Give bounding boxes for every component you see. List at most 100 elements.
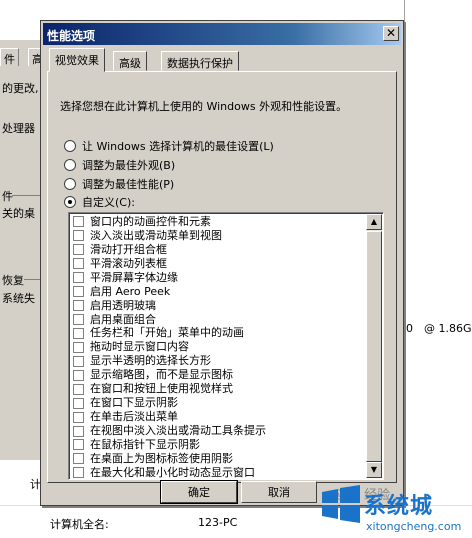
effect-list-item[interactable]: 滑动打开组合框: [71, 243, 365, 257]
effect-list-item[interactable]: 在最大化和最小化时动态显示窗口: [71, 465, 365, 479]
option-best-performance[interactable]: 调整为最佳性能(P): [64, 176, 174, 192]
radio-button[interactable]: [64, 140, 76, 152]
radio-button[interactable]: [64, 159, 76, 171]
effect-checkbox[interactable]: [73, 341, 84, 353]
effect-label: 在桌面上为图标标签使用阴影: [90, 451, 233, 465]
arrow-up-icon: ▲: [370, 217, 378, 226]
visual-effects-panel: 选择您想在此计算机上使用的 Windows 外观和性能设置。 让 Windows…: [47, 71, 397, 483]
effect-label: 在窗口和按钮上使用视觉样式: [90, 382, 233, 396]
effect-label: 启用 Aero Peek: [90, 284, 171, 298]
option-label: 自定义(C):: [82, 196, 135, 209]
radio-button[interactable]: [64, 178, 76, 190]
effect-label: 在鼠标指针下显示阴影: [90, 437, 200, 451]
option-custom[interactable]: 自定义(C):: [64, 194, 135, 210]
title-bar[interactable]: 性能选项 ✕: [43, 23, 401, 45]
tab-visual-effects[interactable]: 视觉效果: [49, 48, 105, 72]
effect-checkbox[interactable]: [73, 397, 84, 409]
effect-checkbox[interactable]: [73, 411, 84, 423]
effect-label: 显示缩略图，而不是显示图标: [90, 368, 233, 382]
effect-label: 淡入淡出或滑动菜单到视图: [90, 228, 222, 242]
effect-label: 在单击后淡出菜单: [90, 410, 178, 424]
effect-label: 窗口内的动画控件和元素: [90, 214, 211, 228]
xitongcheng-logo-icon: [322, 485, 360, 523]
effect-list-item[interactable]: 在单击后淡出菜单: [71, 410, 365, 424]
effect-checkbox[interactable]: [73, 327, 84, 339]
tab-data-execution-prevention[interactable]: 数据执行保护: [161, 51, 239, 71]
bg-processor-value: 0: [406, 322, 413, 335]
visual-effects-list[interactable]: 窗口内的动画控件和元素 淡入淡出或滑动菜单到视图 滑动打开组合框 平滑滚动列表框 平滑屏…: [68, 212, 384, 480]
ok-button[interactable]: 确定: [160, 480, 238, 504]
computer-full-name-value: 123-PC: [198, 516, 238, 529]
close-icon: ✕: [385, 26, 397, 40]
effect-list-item[interactable]: 拖动时显示窗口内容: [71, 340, 365, 354]
effect-checkbox[interactable]: [73, 300, 84, 312]
cancel-button[interactable]: 取消: [241, 481, 317, 503]
effect-checkbox[interactable]: [73, 272, 84, 284]
option-label: 调整为最佳性能(P): [82, 178, 175, 191]
effect-list-item[interactable]: 淡入淡出或滑动菜单到视图: [71, 229, 365, 243]
effect-label: 平滑滚动列表框: [90, 256, 167, 270]
watermark-brand: 系统城: [364, 494, 434, 519]
effect-checkbox[interactable]: [73, 467, 84, 479]
bg-text: 系统失: [2, 292, 35, 305]
effect-checkbox[interactable]: [73, 244, 84, 256]
bg-tab-hardware[interactable]: 件: [0, 48, 19, 66]
vertical-scrollbar[interactable]: ▲ ▼: [366, 214, 382, 478]
effect-label: 启用桌面组合: [90, 312, 156, 326]
effect-label: 在视图中淡入淡出或滑动工具条提示: [90, 424, 266, 438]
effect-list-item[interactable]: 平滑屏幕字体边缘: [71, 271, 365, 285]
effect-list-item[interactable]: 启用 Aero Peek: [71, 285, 365, 299]
performance-options-dialog: 性能选项 ✕ 视觉效果 高级 数据执行保护 选择您想在此计算机上使用的 Wind…: [40, 20, 404, 506]
effect-checkbox[interactable]: [73, 355, 84, 367]
bg-right-border: [404, 0, 405, 470]
bg-right-area: [404, 0, 472, 470]
tab-advanced[interactable]: 高级: [113, 51, 147, 71]
effect-list-item[interactable]: 平滑滚动列表框: [71, 257, 365, 271]
effect-checkbox[interactable]: [73, 453, 84, 465]
effect-checkbox[interactable]: [73, 230, 84, 242]
computer-full-name-label: 计算机全名:: [50, 518, 109, 531]
scroll-thumb[interactable]: [366, 231, 382, 462]
bg-text: 处理器: [2, 122, 35, 135]
effect-list-item[interactable]: 任务栏和「开始」菜单中的动画: [71, 327, 365, 341]
bg-text: 关的桌: [2, 207, 35, 220]
close-button[interactable]: ✕: [383, 26, 399, 41]
effect-list-item[interactable]: 显示缩略图，而不是显示图标: [71, 368, 365, 382]
effect-list-item[interactable]: 启用桌面组合: [71, 313, 365, 327]
effect-list-item[interactable]: 在窗口下显示阴影: [71, 396, 365, 410]
effect-checkbox[interactable]: [73, 383, 84, 395]
bg-text: 恢复: [2, 274, 24, 287]
effect-list-item[interactable]: 在桌面上为图标标签使用阴影: [71, 452, 365, 466]
effect-list-item[interactable]: 窗口内的动画控件和元素: [71, 215, 365, 229]
effect-checkbox[interactable]: [73, 369, 84, 381]
arrow-down-icon: ▼: [370, 465, 378, 474]
option-let-windows-choose[interactable]: 让 Windows 选择计算机的最佳设置(L): [64, 138, 274, 154]
effect-checkbox[interactable]: [73, 439, 84, 451]
effect-checkbox[interactable]: [73, 314, 84, 326]
effect-list-item[interactable]: 在鼠标指针下显示阴影: [71, 438, 365, 452]
effect-label: 滑动打开组合框: [90, 242, 167, 256]
effect-label: 在最大化和最小化时动态显示窗口: [90, 465, 255, 479]
scroll-down-button[interactable]: ▼: [366, 462, 382, 478]
effect-list-item[interactable]: 显示半透明的选择长方形: [71, 354, 365, 368]
effect-label: 在窗口下显示阴影: [90, 396, 178, 410]
bg-processor-speed: @ 1.86GH: [424, 322, 472, 335]
effect-label: 启用透明玻璃: [90, 298, 156, 312]
effect-list-item[interactable]: 在窗口和按钮上使用视觉样式: [71, 382, 365, 396]
effect-checkbox[interactable]: [73, 258, 84, 270]
effect-label: 显示半透明的选择长方形: [90, 354, 211, 368]
effect-checkbox[interactable]: [73, 286, 84, 298]
radio-button-selected[interactable]: [64, 196, 76, 208]
option-best-appearance[interactable]: 调整为最佳外观(B): [64, 157, 175, 173]
watermark-url: xitongcheng.com: [366, 520, 462, 533]
group-divider: [12, 195, 40, 196]
effect-label: 平滑屏幕字体边缘: [90, 270, 178, 284]
effect-checkbox[interactable]: [73, 216, 84, 228]
effect-label: 任务栏和「开始」菜单中的动画: [90, 326, 244, 340]
group-divider: [24, 279, 40, 280]
effect-checkbox[interactable]: [73, 425, 84, 437]
scroll-up-button[interactable]: ▲: [366, 214, 382, 230]
description-text: 选择您想在此计算机上使用的 Windows 外观和性能设置。: [60, 100, 348, 113]
effect-list-item[interactable]: 在视图中淡入淡出或滑动工具条提示: [71, 424, 365, 438]
effect-list-item[interactable]: 启用透明玻璃: [71, 299, 365, 313]
